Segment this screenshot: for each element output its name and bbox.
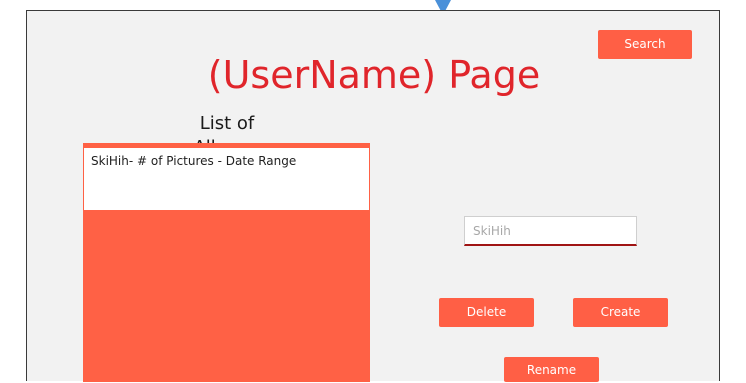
album-list-item-label: SkiHih- # of Pictures - Date Range [91, 154, 297, 168]
album-list-item[interactable]: SkiHih- # of Pictures - Date Range [84, 146, 369, 210]
delete-button[interactable]: Delete [439, 298, 534, 327]
rename-button[interactable]: Rename [504, 357, 599, 382]
page-title: (UserName) Page [207, 53, 541, 97]
rename-button-label: Rename [526, 363, 577, 377]
user-page-window: Search (UserName) Page List of Albums Sk… [26, 10, 720, 382]
delete-button-label: Delete [466, 305, 507, 319]
create-button[interactable]: Create [573, 298, 668, 327]
album-list[interactable]: SkiHih- # of Pictures - Date Range [83, 143, 370, 382]
album-name-input[interactable] [464, 216, 637, 246]
create-button-label: Create [600, 305, 641, 319]
